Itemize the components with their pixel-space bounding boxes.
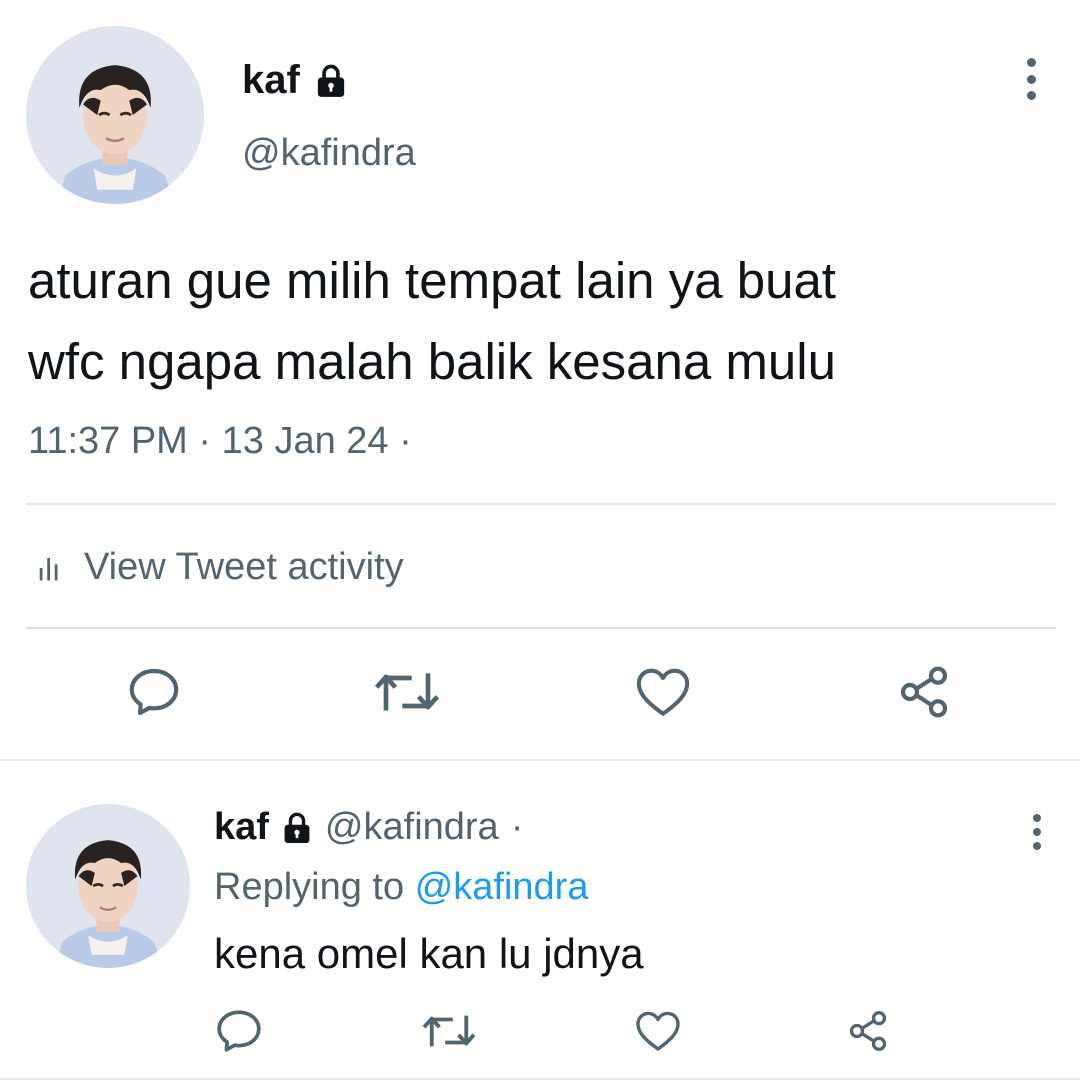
reply-author-row[interactable]: kaf @kafindra · xyxy=(214,806,523,849)
heart-icon[interactable] xyxy=(634,664,692,720)
heart-icon[interactable] xyxy=(634,1008,682,1054)
divider xyxy=(0,1078,1080,1080)
more-options-icon[interactable] xyxy=(1022,814,1052,850)
tweet-text: aturan gue milih tempat lain ya buat wfc… xyxy=(28,240,1058,402)
meta-separator: · xyxy=(510,806,524,848)
tweet-text-line: aturan gue milih tempat lain ya buat xyxy=(28,252,836,309)
divider xyxy=(26,503,1056,505)
avatar[interactable] xyxy=(26,804,190,968)
retweet-icon[interactable] xyxy=(372,664,442,720)
lock-icon xyxy=(281,811,313,845)
share-icon[interactable] xyxy=(846,1008,890,1054)
reply-icon[interactable] xyxy=(126,664,182,720)
reply-icon[interactable] xyxy=(214,1006,264,1056)
tweet-detail-page: kaf @kafindra aturan gue milih tempat la… xyxy=(0,0,1080,1081)
avatar-image xyxy=(26,804,190,968)
author-name-row[interactable]: kaf xyxy=(242,58,348,103)
tweet-text-line: wfc ngapa malah balik kesana mulu xyxy=(28,333,836,390)
meta-separator: · xyxy=(198,420,212,462)
avatar[interactable] xyxy=(26,26,204,204)
display-name[interactable]: kaf xyxy=(214,806,269,849)
view-tweet-activity-label[interactable]: View Tweet activity xyxy=(84,546,404,589)
avatar-image xyxy=(26,26,204,204)
retweet-icon[interactable] xyxy=(420,1008,478,1054)
divider xyxy=(26,627,1056,629)
more-options-icon[interactable] xyxy=(1016,58,1046,100)
tweet-time[interactable]: 11:37 PM xyxy=(28,420,188,462)
share-icon[interactable] xyxy=(896,664,952,720)
bar-chart-icon xyxy=(36,553,66,583)
replying-to-mention[interactable]: @kafindra xyxy=(415,866,589,908)
lock-icon xyxy=(314,63,348,99)
replying-to: Replying to @kafindra xyxy=(214,866,588,909)
section-divider xyxy=(0,759,1080,761)
replying-to-label: Replying to xyxy=(214,866,405,908)
author-handle[interactable]: @kafindra xyxy=(242,132,416,175)
author-handle[interactable]: @kafindra xyxy=(325,806,499,849)
main-tweet: kaf @kafindra aturan gue milih tempat la… xyxy=(0,0,1080,760)
reply-text: kena omel kan lu jdnya xyxy=(214,930,644,977)
meta-separator: · xyxy=(399,420,412,462)
tweet-date[interactable]: 13 Jan 24 xyxy=(222,420,389,462)
tweet-timestamp[interactable]: 11:37 PM · 13 Jan 24 · xyxy=(28,420,412,463)
display-name[interactable]: kaf xyxy=(242,58,300,103)
view-tweet-activity-link[interactable]: View Tweet activity xyxy=(36,546,404,589)
